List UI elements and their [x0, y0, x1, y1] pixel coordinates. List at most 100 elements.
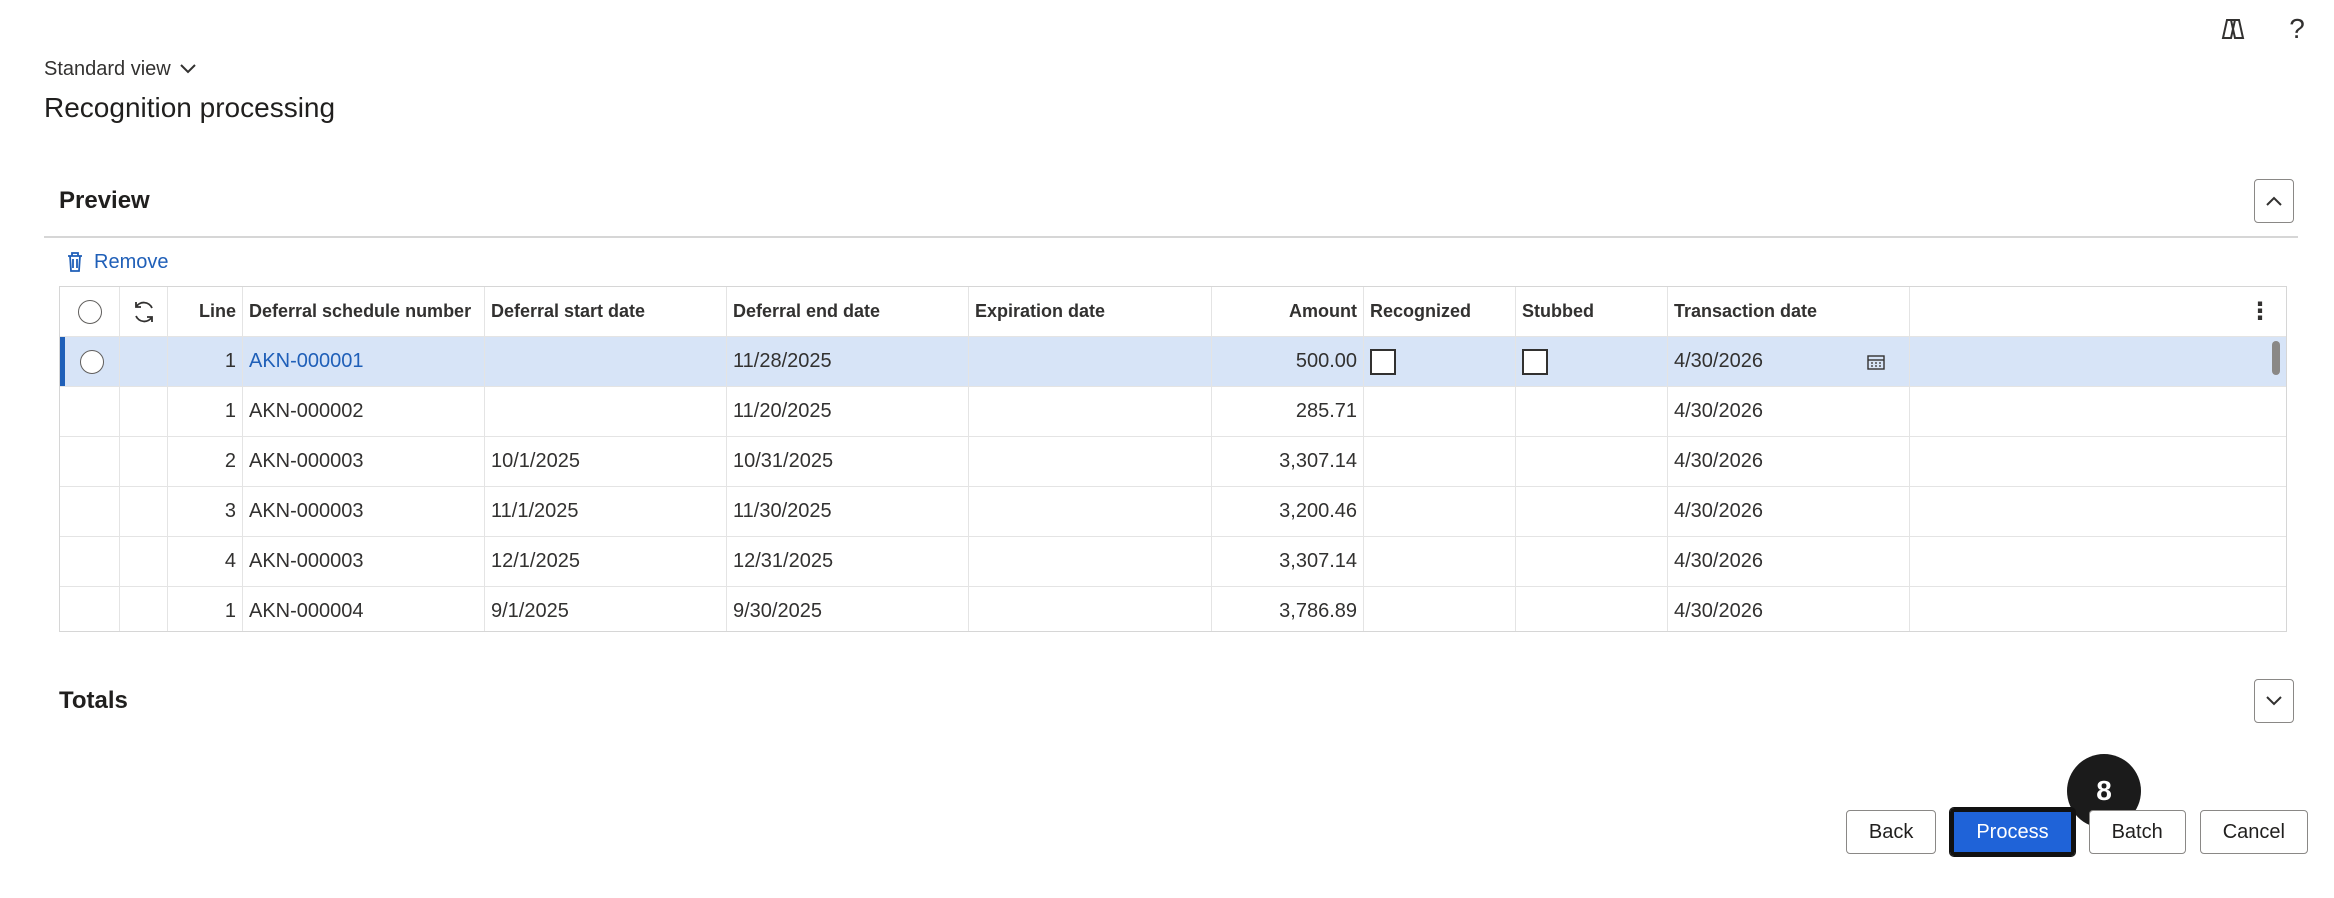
cell-schedule-link[interactable]: AKN-000001	[243, 337, 485, 386]
cell-amount: 500.00	[1212, 337, 1364, 386]
cell-stubbed[interactable]	[1516, 387, 1668, 436]
remove-label: Remove	[94, 250, 169, 273]
col-header-recognized[interactable]: Recognized	[1364, 287, 1516, 336]
row-fill	[1910, 437, 2286, 486]
cell-expiration	[969, 537, 1212, 586]
cell-end: 11/20/2025	[727, 387, 969, 436]
view-selector-label: Standard view	[44, 58, 171, 80]
copilot-icon[interactable]	[2218, 14, 2248, 44]
row-spacer	[120, 337, 168, 386]
view-selector[interactable]: Standard view	[44, 58, 197, 81]
row-select[interactable]	[60, 437, 120, 486]
row-spacer	[120, 487, 168, 536]
calendar-icon	[1867, 354, 1885, 370]
cell-schedule[interactable]: AKN-000003	[243, 487, 485, 536]
refresh-cell[interactable]	[120, 287, 168, 336]
cancel-button[interactable]: Cancel	[2199, 810, 2308, 854]
row-select[interactable]	[60, 487, 120, 536]
cell-transaction[interactable]: 4/30/2026	[1668, 587, 1910, 631]
select-all-radio[interactable]	[77, 299, 102, 324]
totals-header[interactable]: Totals	[44, 666, 2298, 736]
cell-transaction[interactable]: 4/30/2026	[1668, 487, 1910, 536]
cell-stubbed[interactable]	[1516, 587, 1668, 631]
row-select[interactable]	[60, 387, 120, 436]
recognized-checkbox[interactable]	[1370, 348, 1396, 375]
row-spacer	[120, 387, 168, 436]
cell-recognized[interactable]	[1364, 537, 1516, 586]
cell-start	[485, 387, 727, 436]
col-header-stubbed[interactable]: Stubbed	[1516, 287, 1668, 336]
cell-amount: 285.71	[1212, 387, 1364, 436]
cell-line: 2	[168, 437, 243, 486]
cell-start: 9/1/2025	[485, 587, 727, 631]
row-select[interactable]	[60, 337, 120, 386]
cell-stubbed[interactable]	[1516, 437, 1668, 486]
cell-recognized[interactable]	[1364, 437, 1516, 486]
select-all-cell[interactable]	[60, 287, 120, 336]
cell-expiration	[969, 387, 1212, 436]
table-row[interactable]: 1 AKN-000004 9/1/2025 9/30/2025 3,786.89…	[60, 587, 2286, 631]
col-header-start[interactable]: Deferral start date	[485, 287, 727, 336]
cell-amount: 3,307.14	[1212, 437, 1364, 486]
cell-amount: 3,786.89	[1212, 587, 1364, 631]
expand-totals-button[interactable]	[2254, 679, 2294, 723]
table-row[interactable]: 1 AKN-000002 11/20/2025 285.71 4/30/2026	[60, 387, 2286, 437]
cell-start: 10/1/2025	[485, 437, 727, 486]
trash-icon	[68, 252, 82, 272]
cell-expiration	[969, 337, 1212, 386]
cell-start: 11/1/2025	[485, 487, 727, 536]
more-options-icon[interactable]: ⋮	[2248, 297, 2280, 326]
row-radio[interactable]	[80, 349, 104, 374]
row-spacer	[120, 437, 168, 486]
col-header-amount[interactable]: Amount	[1212, 287, 1364, 336]
cell-recognized[interactable]	[1364, 587, 1516, 631]
cell-stubbed[interactable]	[1516, 487, 1668, 536]
row-select[interactable]	[60, 587, 120, 631]
row-fill	[1910, 337, 2286, 386]
chevron-down-icon	[2266, 696, 2282, 706]
cell-schedule[interactable]: AKN-000004	[243, 587, 485, 631]
cell-amount: 3,307.14	[1212, 537, 1364, 586]
remove-button[interactable]: Remove	[66, 251, 168, 274]
cell-schedule[interactable]: AKN-000003	[243, 437, 485, 486]
row-fill	[1910, 387, 2286, 436]
preview-header[interactable]: Preview	[44, 166, 2298, 238]
column-options-cell[interactable]: ⋮	[1910, 287, 2286, 336]
back-button[interactable]: Back	[1845, 810, 1937, 854]
help-icon[interactable]: ?	[2282, 13, 2312, 44]
table-row[interactable]: 2 AKN-000003 10/1/2025 10/31/2025 3,307.…	[60, 437, 2286, 487]
grid-header-row: Line Deferral schedule number Deferral s…	[60, 287, 2286, 337]
cell-recognized[interactable]	[1364, 387, 1516, 436]
cell-recognized[interactable]	[1364, 487, 1516, 536]
transaction-date-value[interactable]: 4/30/2026	[1674, 350, 1763, 373]
col-header-end[interactable]: Deferral end date	[727, 287, 969, 336]
table-row[interactable]: 3 AKN-000003 11/1/2025 11/30/2025 3,200.…	[60, 487, 2286, 537]
cell-transaction[interactable]: 4/30/2026	[1668, 387, 1910, 436]
cell-line: 4	[168, 537, 243, 586]
cell-transaction[interactable]: 4/30/2026	[1668, 337, 1910, 386]
col-header-expiration[interactable]: Expiration date	[969, 287, 1212, 336]
cell-stubbed[interactable]	[1516, 537, 1668, 586]
row-select[interactable]	[60, 537, 120, 586]
cell-expiration	[969, 437, 1212, 486]
chevron-down-icon	[179, 58, 197, 81]
collapse-preview-button[interactable]	[2254, 179, 2294, 223]
batch-button[interactable]: Batch	[2088, 810, 2186, 854]
col-header-transaction[interactable]: Transaction date	[1668, 287, 1910, 336]
page-title: Recognition processing	[44, 92, 336, 123]
cell-schedule[interactable]: AKN-000003	[243, 537, 485, 586]
cell-transaction[interactable]: 4/30/2026	[1668, 437, 1910, 486]
table-row[interactable]: 4 AKN-000003 12/1/2025 12/31/2025 3,307.…	[60, 537, 2286, 587]
cell-schedule[interactable]: AKN-000002	[243, 387, 485, 436]
col-header-schedule[interactable]: Deferral schedule number	[243, 287, 485, 336]
stubbed-checkbox[interactable]	[1522, 348, 1548, 375]
totals-section: Totals	[44, 666, 2298, 736]
preview-section: Preview Remove Line Deferral schedule nu…	[44, 166, 2298, 632]
col-header-line[interactable]: Line	[168, 287, 243, 336]
cell-stubbed	[1516, 337, 1668, 386]
cell-transaction[interactable]: 4/30/2026	[1668, 537, 1910, 586]
process-button[interactable]: Process	[1949, 807, 2076, 857]
table-row[interactable]: 1 AKN-000001 11/28/2025 500.00 4/30/2026	[60, 337, 2286, 387]
grid-scrollbar[interactable]	[2272, 341, 2280, 375]
action-bar: Back Process Batch Cancel	[1845, 807, 2308, 857]
